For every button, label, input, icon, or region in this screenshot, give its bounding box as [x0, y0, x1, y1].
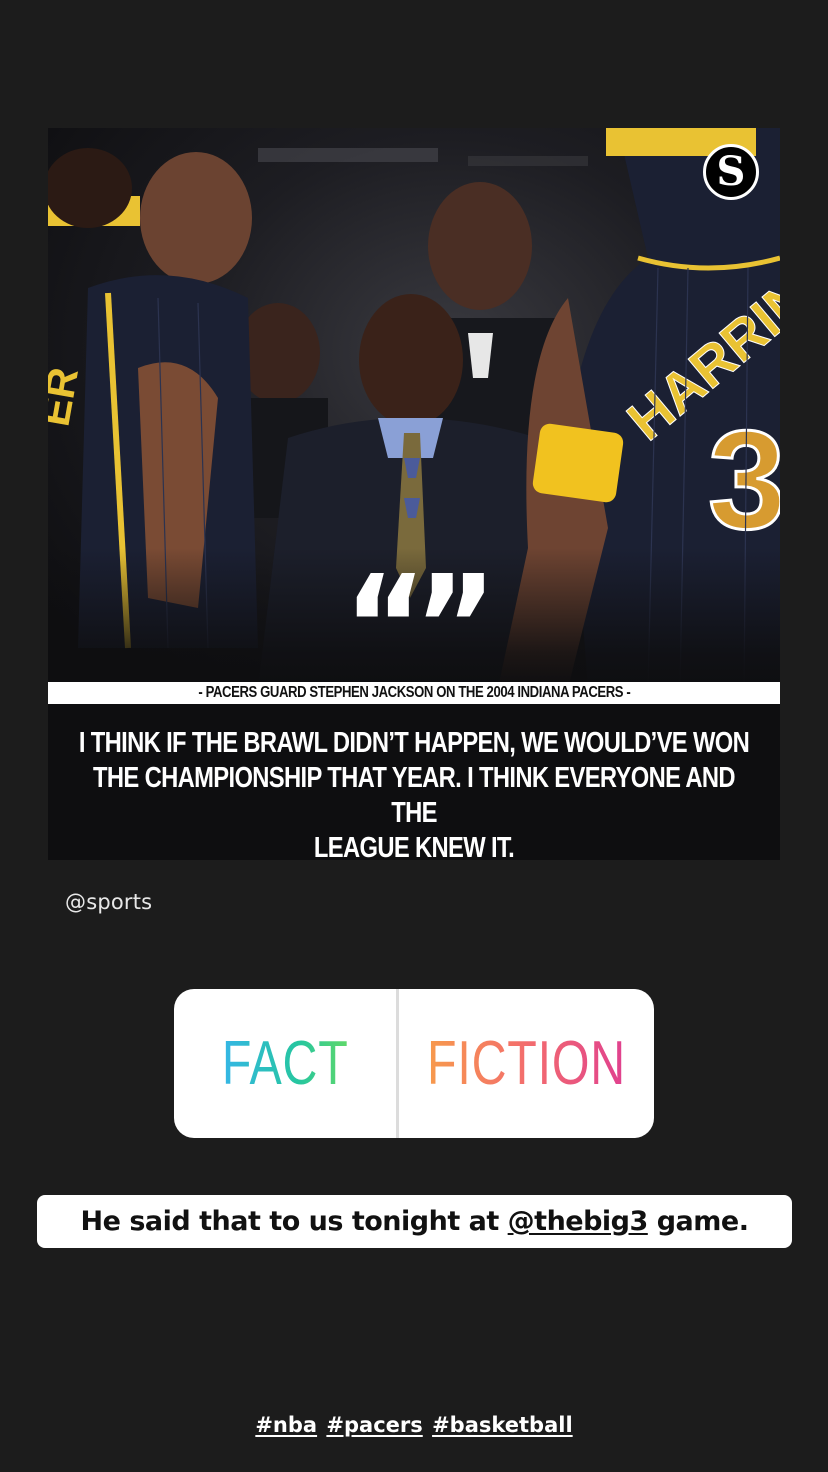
hashtag-link[interactable]: #basketball [432, 1413, 573, 1437]
sports-logo-icon: S [703, 144, 759, 200]
svg-text:ER: ER [48, 364, 87, 430]
hashtag-link[interactable]: #pacers [326, 1413, 422, 1437]
quote-line: I THINK IF THE BRAWL DIDN’T HAPPEN, WE W… [78, 727, 750, 759]
quote-mark-icon: “” [343, 546, 497, 709]
hashtag-row: #nba #pacers #basketball [0, 1413, 828, 1437]
source-account-handle[interactable]: @sports [65, 890, 152, 914]
hashtag-link[interactable]: #nba [255, 1413, 317, 1437]
poll-option-fact[interactable]: FACT [174, 989, 396, 1138]
story-caption: He said that to us tonight at @thebig3 g… [37, 1195, 792, 1248]
shared-post-card[interactable]: ER HARRIN 3 S “” - PACERS GUARD STEPHEN … [48, 128, 780, 860]
quote-text: I THINK IF THE BRAWL DIDN’T HAPPEN, WE W… [78, 726, 750, 860]
attribution-text: - PACERS GUARD STEPHEN JACKSON ON THE 20… [198, 684, 630, 701]
attribution-bar: - PACERS GUARD STEPHEN JACKSON ON THE 20… [48, 682, 780, 704]
svg-text:3: 3 [708, 401, 780, 558]
poll-sticker: FACT FICTION [174, 989, 654, 1138]
quote-line: LEAGUE KNEW IT. [313, 832, 515, 860]
caption-text: He said that to us tonight at [80, 1206, 508, 1237]
quote-line: THE CHAMPIONSHIP THAT YEAR. I THINK EVER… [93, 762, 736, 829]
caption-suffix: game. [647, 1206, 749, 1237]
caption-mention-link[interactable]: @thebig3 [508, 1206, 649, 1237]
poll-option-fiction[interactable]: FICTION [399, 989, 654, 1138]
